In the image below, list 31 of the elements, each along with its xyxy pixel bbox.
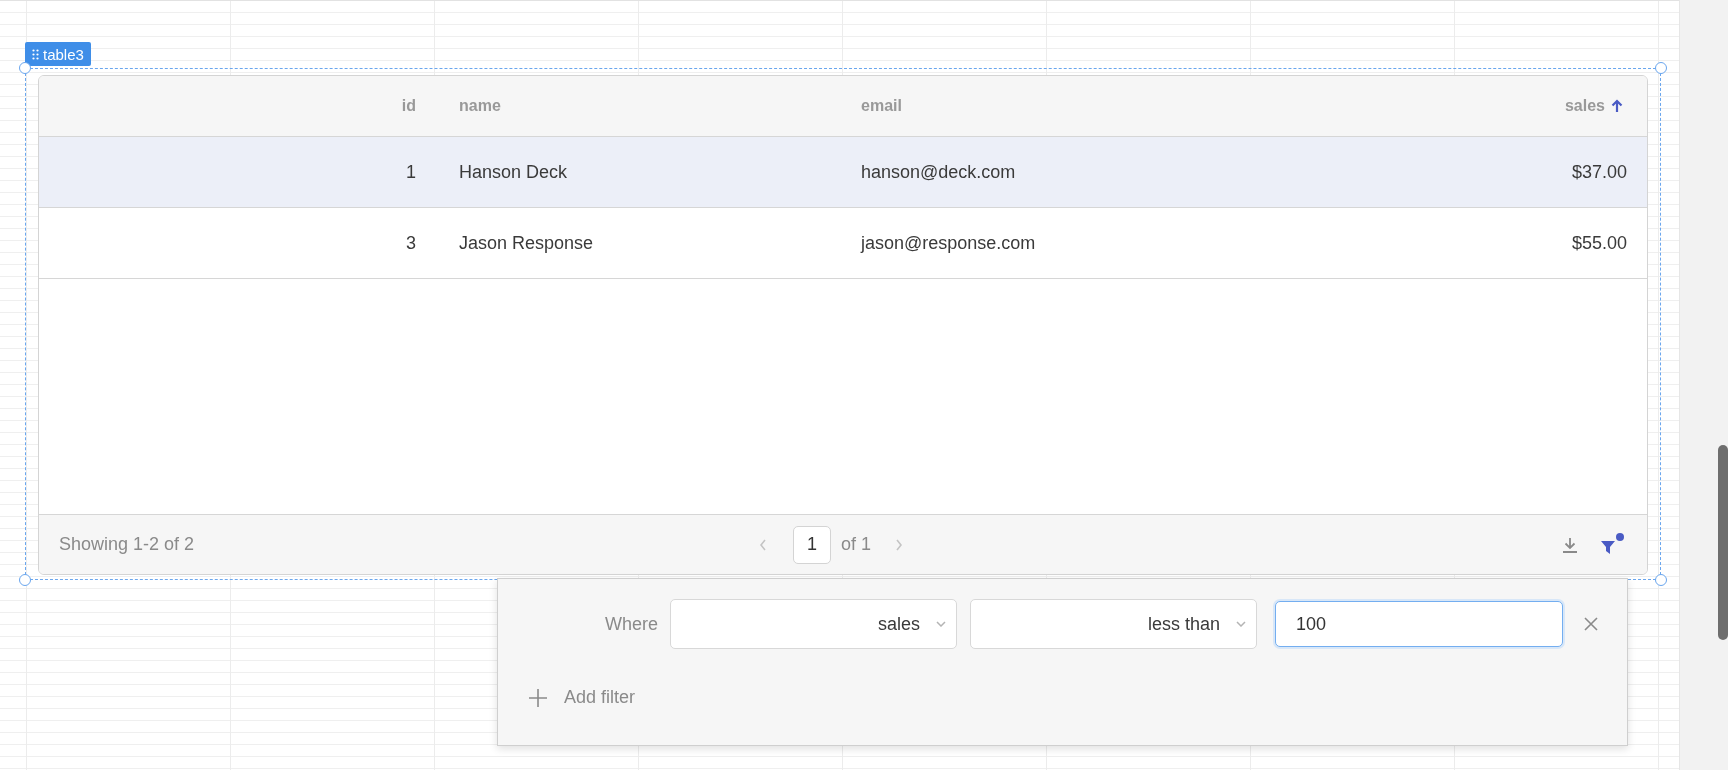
page-number-field[interactable]: 1 bbox=[793, 525, 831, 564]
operator-dropdown[interactable]: less than bbox=[970, 599, 1257, 649]
table-cell: $55.00 bbox=[1571, 232, 1627, 254]
scrollbar-thumb[interactable] bbox=[1718, 445, 1728, 640]
where-label: Where bbox=[604, 613, 658, 635]
table-cell: Hanson Deck bbox=[459, 161, 568, 183]
table-cell: $37.00 bbox=[1571, 161, 1627, 183]
filter-value-field[interactable]: 100 bbox=[1275, 601, 1563, 647]
component-name: table3 bbox=[43, 45, 84, 63]
page-total-text: of 1 bbox=[841, 534, 872, 555]
row-count-text: Showing 1-2 of 2 bbox=[59, 534, 196, 555]
table-cell: hanson@deck.com bbox=[861, 161, 1016, 183]
table-cell: 1 bbox=[406, 161, 416, 183]
table-cell: jason@response.com bbox=[861, 232, 1036, 254]
resize-handle[interactable] bbox=[1655, 62, 1667, 74]
chevron-down-icon bbox=[1236, 621, 1246, 627]
table-row[interactable]: 1 Hanson Deck hanson@deck.com $37.00 bbox=[39, 137, 1647, 208]
chevron-down-icon bbox=[936, 621, 946, 627]
resize-handle[interactable] bbox=[1655, 574, 1667, 586]
next-page-icon[interactable] bbox=[895, 538, 904, 551]
table-cell: 3 bbox=[406, 232, 416, 254]
plus-icon bbox=[528, 687, 548, 708]
column-dropdown[interactable]: sales bbox=[670, 599, 957, 649]
sort-arrow-icon bbox=[1611, 99, 1623, 113]
drag-handle-icon[interactable] bbox=[32, 48, 39, 60]
previous-page-icon[interactable] bbox=[759, 538, 767, 551]
resize-handle[interactable] bbox=[19, 62, 31, 74]
table-cell: Jason Response bbox=[459, 232, 594, 254]
close-icon[interactable] bbox=[1583, 616, 1599, 632]
download-icon[interactable] bbox=[1561, 535, 1579, 554]
resize-handle[interactable] bbox=[19, 574, 31, 586]
